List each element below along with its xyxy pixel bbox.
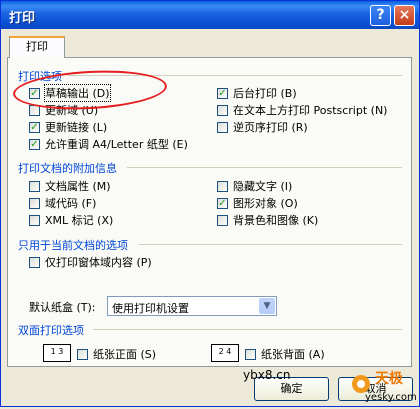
checkbox-box[interactable]: ✓ bbox=[217, 87, 228, 99]
checkbox-label: 逆页序打印 (R) bbox=[233, 121, 308, 134]
checkbox-field-codes[interactable]: 域代码 (F) bbox=[29, 195, 96, 211]
checkbox-box[interactable] bbox=[29, 180, 40, 192]
tab-print[interactable]: 打印 bbox=[9, 36, 65, 58]
checkbox-update-links[interactable]: ✓ 更新链接 (L) bbox=[29, 119, 107, 135]
logo-text: 天极 bbox=[375, 371, 403, 387]
checkbox-box[interactable]: ✓ bbox=[29, 121, 40, 133]
default-tray-label: 默认纸盒 (T): bbox=[29, 301, 96, 314]
checkbox-print-form-data-only[interactable]: 仅打印窗体域内容 (P) bbox=[29, 254, 152, 270]
checkbox-hidden-text[interactable]: 隐藏文字 (I) bbox=[217, 178, 292, 194]
checkbox-label: 在文本上方打印 Postscript (N) bbox=[233, 104, 388, 117]
checkbox-box[interactable]: ✓ bbox=[29, 138, 40, 150]
checkbox-label: 背景色和图像 (K) bbox=[233, 214, 319, 227]
default-tray-value: 使用打印机设置 bbox=[112, 302, 189, 315]
default-tray-select[interactable]: 使用打印机设置 ▼ bbox=[107, 296, 277, 316]
duplex-front-icon: 1 3 bbox=[43, 344, 71, 362]
window-title: 打印 bbox=[9, 11, 36, 26]
checkbox-drawing-objects[interactable]: ✓ 图形对象 (O) bbox=[217, 195, 298, 211]
group-divider bbox=[93, 329, 402, 330]
checkbox-document-properties[interactable]: 文档属性 (M) bbox=[29, 178, 111, 194]
checkbox-label: 文档属性 (M) bbox=[45, 180, 111, 193]
close-button[interactable]: × bbox=[394, 5, 415, 26]
checkbox-label: 更新链接 (L) bbox=[45, 121, 108, 134]
checkbox-label: XML 标记 (X) bbox=[45, 214, 114, 227]
group-title-include-with-document: 打印文档的附加信息 bbox=[18, 162, 117, 175]
checkbox-postscript-over-text[interactable]: 在文本上方打印 Postscript (N) bbox=[217, 102, 387, 118]
checkbox-box[interactable] bbox=[29, 214, 40, 226]
checkbox-label: 后台打印 (B) bbox=[233, 87, 297, 100]
help-button[interactable]: ? bbox=[370, 5, 391, 26]
watermark-site: ybx8.cn bbox=[243, 368, 291, 382]
checkbox-label: 仅打印窗体域内容 (P) bbox=[45, 256, 152, 269]
checkbox-box[interactable] bbox=[77, 348, 88, 360]
group-divider bbox=[139, 244, 402, 245]
checkbox-box[interactable] bbox=[245, 348, 256, 360]
checkbox-box[interactable]: ✓ bbox=[217, 197, 228, 209]
checkbox-background-colors[interactable]: 背景色和图像 (K) bbox=[217, 212, 318, 228]
checkbox-box[interactable] bbox=[29, 256, 40, 268]
checkbox-reverse-order[interactable]: 逆页序打印 (R) bbox=[217, 119, 308, 135]
checkbox-label: 图形对象 (O) bbox=[233, 197, 298, 210]
duplex-back-icon: 2 4 bbox=[211, 344, 239, 362]
checkbox-xml-tags[interactable]: XML 标记 (X) bbox=[29, 212, 113, 228]
checkbox-back-of-sheet[interactable]: 纸张背面 (A) bbox=[245, 346, 325, 362]
group-divider bbox=[127, 167, 402, 168]
checkbox-label: 纸张正面 (S) bbox=[93, 348, 157, 361]
checkbox-background-printing[interactable]: ✓ 后台打印 (B) bbox=[217, 85, 297, 101]
checkbox-front-of-sheet[interactable]: 纸张正面 (S) bbox=[77, 346, 156, 362]
checkbox-box[interactable] bbox=[217, 104, 228, 116]
checkbox-box[interactable] bbox=[217, 121, 228, 133]
title-bar[interactable]: 打印 ? × bbox=[1, 1, 419, 29]
logo-site: yesky.com bbox=[365, 392, 417, 403]
checkbox-box[interactable] bbox=[217, 180, 228, 192]
checkbox-label: 纸张背面 (A) bbox=[261, 348, 325, 361]
checkbox-box[interactable] bbox=[29, 197, 40, 209]
checkbox-label: 允许重调 A4/Letter 纸型 (E) bbox=[45, 138, 188, 151]
checkbox-allow-a4-letter[interactable]: ✓ 允许重调 A4/Letter 纸型 (E) bbox=[29, 136, 188, 152]
print-dialog: 打印 ? × 打印 打印选项 ✓ 草稿输出 (D) 更新域 (U) ✓ 更新链接… bbox=[0, 0, 420, 407]
checkbox-box[interactable] bbox=[217, 214, 228, 226]
checkbox-label: 隐藏文字 (I) bbox=[233, 180, 293, 193]
chevron-down-icon[interactable]: ▼ bbox=[259, 298, 275, 314]
checkbox-label: 域代码 (F) bbox=[45, 197, 97, 210]
yesky-logo: 天极 yesky.com bbox=[347, 366, 419, 406]
group-title-current-document-only: 只用于当前文档的选项 bbox=[18, 239, 128, 252]
group-title-duplex: 双面打印选项 bbox=[18, 324, 84, 337]
